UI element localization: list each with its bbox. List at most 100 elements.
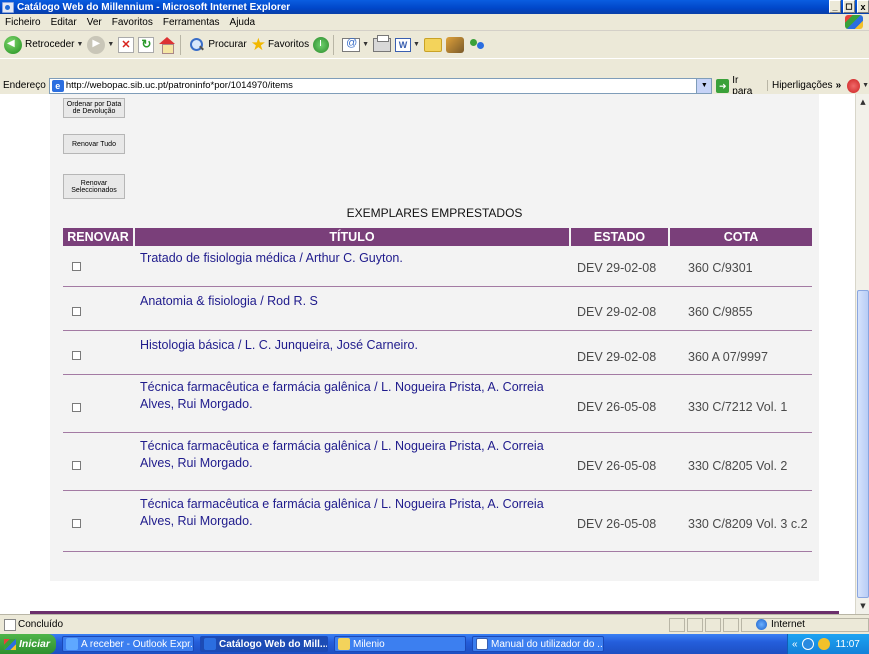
word-document-icon xyxy=(476,638,488,650)
mail-dropdown-icon[interactable]: ▼ xyxy=(362,41,369,48)
extension-dropdown-icon[interactable]: ▼ xyxy=(862,82,869,89)
status-text: Concluído xyxy=(18,619,64,630)
menu-edit[interactable]: Editar xyxy=(46,17,82,28)
page-status-icon xyxy=(4,618,16,631)
item-title-link[interactable]: Tratado de fisiologia médica / Arthur C.… xyxy=(140,250,570,267)
task-manual[interactable]: Manual do utilizador do ... xyxy=(472,636,604,652)
item-status: DEV 29-02-08 xyxy=(577,305,657,319)
minimize-button[interactable]: _ xyxy=(829,0,841,13)
renew-checkbox[interactable] xyxy=(72,461,81,470)
back-dropdown-icon[interactable]: ▼ xyxy=(76,41,83,48)
item-title-link[interactable]: Técnica farmacêutica e farmácia galênica… xyxy=(140,438,570,472)
scroll-down-icon[interactable]: ▼ xyxy=(857,600,869,612)
status-panes: Internet xyxy=(667,617,869,632)
scroll-up-icon[interactable]: ▲ xyxy=(857,96,869,108)
renew-checkbox[interactable] xyxy=(72,403,81,412)
address-url[interactable]: http://webopac.sib.uc.pt/patroninfo*por/… xyxy=(66,80,293,91)
address-input[interactable]: e http://webopac.sib.uc.pt/patroninfo*po… xyxy=(48,77,713,94)
task-milenio[interactable]: Milenio xyxy=(334,636,466,652)
item-status: DEV 26-05-08 xyxy=(577,459,657,473)
item-title-link[interactable]: Técnica farmacêutica e farmácia galênica… xyxy=(140,379,570,413)
task-label: Manual do utilizador do ... xyxy=(491,638,604,650)
renew-checkbox[interactable] xyxy=(72,262,81,271)
print-button[interactable] xyxy=(373,34,392,56)
back-button[interactable]: Retroceder ▼ xyxy=(4,34,83,56)
renew-all-button[interactable]: Renovar Tudo xyxy=(63,134,125,154)
search-button[interactable]: Procurar xyxy=(189,34,247,56)
mail-button[interactable]: ▼ xyxy=(342,34,369,56)
links-chevron-icon[interactable]: » xyxy=(836,80,842,91)
links-button[interactable]: Hiperligações xyxy=(766,80,833,91)
stop-button[interactable] xyxy=(118,34,135,56)
column-renew: RENOVAR xyxy=(63,228,135,246)
address-dropdown-icon[interactable]: ▼ xyxy=(696,78,712,93)
table-row: Histologia básica / L. C. Junqueira, Jos… xyxy=(63,331,812,375)
menu-tools[interactable]: Ferramentas xyxy=(158,17,225,28)
clock: 11:07 xyxy=(835,638,860,650)
start-label: Iniciar xyxy=(19,638,50,650)
menu-favorites[interactable]: Favoritos xyxy=(107,17,158,28)
edit-button[interactable]: W ▼ xyxy=(395,34,420,56)
item-title-link[interactable]: Técnica farmacêutica e farmácia galênica… xyxy=(140,496,570,530)
vertical-scrollbar[interactable]: ▲ ▼ xyxy=(855,94,869,614)
system-tray: « 11:07 xyxy=(787,634,869,654)
folder-icon xyxy=(423,37,442,52)
extension-icon[interactable] xyxy=(847,78,861,93)
item-call-number: 330 C/7212 Vol. 1 xyxy=(688,400,788,414)
messenger-tray-icon[interactable] xyxy=(817,638,830,650)
network-icon[interactable] xyxy=(801,638,814,650)
windows-logo-icon xyxy=(845,15,863,29)
task-outlook-express[interactable]: A receber - Outlook Expr... xyxy=(62,636,194,652)
column-status: ESTADO xyxy=(571,228,670,246)
tray-expand-icon[interactable]: « xyxy=(792,639,798,650)
edit-dropdown-icon[interactable]: ▼ xyxy=(413,41,420,48)
favorites-button[interactable]: ★ Favoritos xyxy=(251,34,309,56)
zone-label: Internet xyxy=(771,619,805,630)
items-panel: Ordenar por Data de Devolução Renovar Tu… xyxy=(50,94,819,581)
renew-selected-button[interactable]: Renovar Seleccionados xyxy=(63,174,125,199)
table-row: Técnica farmacêutica e farmácia galênica… xyxy=(63,375,812,433)
renew-checkbox[interactable] xyxy=(72,351,81,360)
task-label: Catálogo Web do Mill... xyxy=(219,638,328,650)
history-button[interactable] xyxy=(313,34,330,56)
item-call-number: 330 C/8205 Vol. 2 xyxy=(688,459,788,473)
messenger-button[interactable] xyxy=(468,34,486,56)
standard-toolbar: Retroceder ▼ ▼ Procurar ★ Favoritos ▼ W … xyxy=(0,31,869,59)
folder-icon xyxy=(338,638,350,650)
forward-button[interactable]: ▼ xyxy=(87,34,114,56)
task-label: A receber - Outlook Expr... xyxy=(81,638,194,650)
menu-view[interactable]: Ver xyxy=(82,17,107,28)
start-button[interactable]: Iniciar xyxy=(0,634,56,654)
search-icon xyxy=(189,37,205,53)
status-pane xyxy=(669,617,685,632)
menu-help[interactable]: Ajuda xyxy=(225,17,261,28)
outlook-express-icon xyxy=(66,638,78,650)
printer-icon xyxy=(373,34,392,52)
sort-by-due-date-button[interactable]: Ordenar por Data de Devolução xyxy=(63,98,125,118)
item-title-link[interactable]: Anatomia & fisiologia / Rod R. S xyxy=(140,293,570,310)
back-arrow-icon xyxy=(4,35,22,54)
item-status: DEV 29-02-08 xyxy=(577,261,657,275)
item-title-link[interactable]: Histologia básica / L. C. Junqueira, Jos… xyxy=(140,337,570,354)
back-label: Retroceder xyxy=(25,39,75,50)
refresh-button[interactable] xyxy=(138,34,155,56)
menu-file[interactable]: Ficheiro xyxy=(0,17,46,28)
item-call-number: 330 C/8209 Vol. 3 c.2 xyxy=(688,517,808,531)
folder-button[interactable] xyxy=(423,34,442,56)
restore-button[interactable]: ◻ xyxy=(843,0,855,13)
go-arrow-icon[interactable]: ➜ xyxy=(716,78,730,93)
renew-checkbox[interactable] xyxy=(72,519,81,528)
table-row: Técnica farmacêutica e farmácia galênica… xyxy=(63,491,812,552)
research-button[interactable] xyxy=(445,34,464,56)
renew-checkbox[interactable] xyxy=(72,307,81,316)
forward-dropdown-icon[interactable]: ▼ xyxy=(107,41,114,48)
item-call-number: 360 A 07/9997 xyxy=(688,350,768,364)
task-catalogo-web[interactable]: Catálogo Web do Mill... xyxy=(200,636,328,652)
ie-app-icon[interactable] xyxy=(2,1,14,13)
page-viewport: Ordenar por Data de Devolução Renovar Tu… xyxy=(0,94,855,614)
column-title: TÍTULO xyxy=(135,228,571,246)
close-button[interactable]: x xyxy=(857,0,869,13)
scroll-thumb[interactable] xyxy=(857,290,869,598)
home-button[interactable] xyxy=(158,34,176,56)
status-pane xyxy=(687,617,703,632)
